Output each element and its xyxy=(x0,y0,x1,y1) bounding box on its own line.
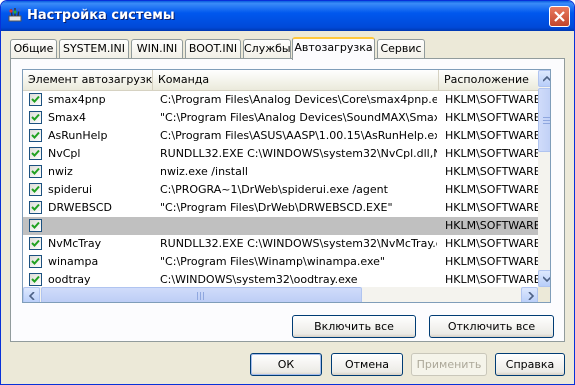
startup-item-location: HKLM\SOFTWARE\ xyxy=(445,129,538,142)
startup-rows: smax4pnp C:\Program Files\Analog Devices\… xyxy=(23,91,538,287)
horizontal-scroll-thumb[interactable] xyxy=(41,287,362,302)
column-header: Элемент автозагрузки Команда Расположени… xyxy=(23,70,550,91)
scroll-down-button[interactable] xyxy=(538,270,550,287)
column-location[interactable]: Расположение xyxy=(439,70,550,90)
startup-item-command: nwiz.exe /install xyxy=(160,165,248,178)
window-title: Настройка системы xyxy=(27,8,175,23)
disable-all-button[interactable]: Отключить все xyxy=(429,315,554,338)
scroll-left-button[interactable] xyxy=(23,287,40,302)
startup-item-location: HKLM\SOFTWARE\ xyxy=(445,147,538,160)
startup-item-command: "C:\Program Files\Analog Devices\SoundMA… xyxy=(160,111,437,124)
enable-checkbox[interactable] xyxy=(29,273,42,286)
startup-item-name: smax4pnp xyxy=(48,93,106,106)
enable-checkbox[interactable] xyxy=(29,183,42,196)
startup-item-location: HKLM\SOFTWARE\ xyxy=(445,219,538,232)
enable-checkbox[interactable] xyxy=(29,129,42,142)
enable-checkbox[interactable] xyxy=(29,255,42,268)
list-item[interactable]: smax4pnp C:\Program Files\Analog Devices\… xyxy=(23,91,538,109)
enable-checkbox[interactable] xyxy=(29,219,42,232)
startup-item-location: HKLM\SOFTWARE\ xyxy=(445,111,538,124)
tab-tools[interactable]: Сервис xyxy=(377,39,425,59)
horizontal-scrollbar[interactable] xyxy=(23,287,538,302)
startup-item-name: winampa xyxy=(48,255,99,268)
scroll-right-button[interactable] xyxy=(521,287,538,302)
tab-startup[interactable]: Автозагрузка xyxy=(292,37,375,60)
list-item[interactable]: NvCpl RUNDLL32.EXE C:\WINDOWS\system32\Nv… xyxy=(23,145,538,163)
startup-item-command xyxy=(160,217,437,235)
startup-item-name: AsRunHelp xyxy=(48,129,108,142)
title-bar[interactable]: Настройка системы xyxy=(1,1,574,31)
startup-item-command: C:\Program Files\Analog Devices\Core\sma… xyxy=(160,93,437,106)
startup-item-location: HKLM\SOFTWARE\ xyxy=(445,201,538,214)
list-item[interactable]: Smax4 "C:\Program Files\Analog Devices\So… xyxy=(23,109,538,127)
column-startup-item[interactable]: Элемент автозагрузки xyxy=(23,70,153,90)
list-item[interactable]: AsRunHelp C:\Program Files\ASUS\AASP\1.00… xyxy=(23,127,538,145)
startup-item-location: HKLM\SOFTWARE\ xyxy=(445,165,538,178)
startup-item-name: oodtray xyxy=(48,273,91,286)
enable-checkbox[interactable] xyxy=(29,165,42,178)
scroll-up-button[interactable] xyxy=(538,70,550,87)
list-item[interactable]: NvMcTray RUNDLL32.EXE C:\WINDOWS\system32… xyxy=(23,235,538,253)
startup-item-location: HKLM\SOFTWARE\ xyxy=(445,273,538,286)
close-button[interactable] xyxy=(549,6,570,27)
startup-item-command: RUNDLL32.EXE C:\WINDOWS\system32\NvCpl.d… xyxy=(160,147,437,160)
startup-item-name: NvMcTray xyxy=(48,237,102,250)
vertical-scrollbar[interactable] xyxy=(538,70,550,287)
list-item[interactable]: DRWEBSCD "C:\Program Files\DrWeb\DRWEBSCD… xyxy=(23,199,538,217)
startup-item-location: HKLM\SOFTWARE\ xyxy=(445,183,538,196)
tab-services[interactable]: Службы xyxy=(243,39,291,59)
enable-all-button[interactable]: Включить все xyxy=(292,315,416,338)
startup-item-command: "C:\Program Files\Winamp\winampa.exe" xyxy=(160,255,385,268)
startup-list: Элемент автозагрузки Команда Расположени… xyxy=(22,69,551,303)
enable-checkbox[interactable] xyxy=(29,111,42,124)
startup-item-name: spiderui xyxy=(48,183,93,196)
startup-item-location: HKLM\SOFTWARE\ xyxy=(445,237,538,250)
list-item[interactable]: oodtray C:\WINDOWS\system32\oodtray.exe HK… xyxy=(23,271,538,287)
startup-item-location: HKLM\SOFTWARE\ xyxy=(445,93,538,106)
startup-item-name: nwiz xyxy=(48,165,73,178)
startup-item-command: C:\WINDOWS\system32\oodtray.exe xyxy=(160,273,358,286)
startup-item-command: "C:\Program Files\DrWeb\DRWEBSCD.EXE" xyxy=(160,201,393,214)
startup-item-name xyxy=(48,217,151,235)
system-config-icon xyxy=(7,7,23,23)
column-command[interactable]: Команда xyxy=(153,70,439,90)
startup-item-command: C:\Program Files\ASUS\AASP\1.00.15\AsRun… xyxy=(160,129,437,142)
tab-win-ini[interactable]: WIN.INI xyxy=(131,39,183,59)
startup-item-name: NvCpl xyxy=(48,147,81,160)
startup-item-location: HKLM\SOFTWARE\ xyxy=(445,255,538,268)
cancel-button[interactable]: Отмена xyxy=(331,353,403,376)
startup-panel: Элемент автозагрузки Команда Расположени… xyxy=(10,58,565,342)
tab-general[interactable]: Общие xyxy=(10,39,57,59)
enable-checkbox[interactable] xyxy=(29,93,42,106)
enable-checkbox[interactable] xyxy=(29,147,42,160)
startup-item-command: RUNDLL32.EXE C:\WINDOWS\system32\NvMcTra… xyxy=(160,237,437,250)
scroll-corner xyxy=(538,287,550,302)
startup-item-command: C:\PROGRA~1\DrWeb\spiderui.exe /agent xyxy=(160,183,388,196)
tab-system-ini[interactable]: SYSTEM.INI xyxy=(59,39,129,59)
ok-button[interactable]: ОК xyxy=(250,353,322,376)
help-button[interactable]: Справка xyxy=(495,353,565,376)
apply-button[interactable]: Применить xyxy=(411,353,487,376)
system-config-window: Настройка системы Общие SYSTEM.INI WIN.I… xyxy=(0,0,575,385)
enable-checkbox[interactable] xyxy=(29,201,42,214)
startup-item-name: Smax4 xyxy=(48,111,86,124)
list-item[interactable]: winampa "C:\Program Files\Winamp\winampa.… xyxy=(23,253,538,271)
list-item[interactable]: HKLM\SOFTWARE\ xyxy=(23,217,538,235)
enable-checkbox[interactable] xyxy=(29,237,42,250)
vertical-scroll-thumb[interactable] xyxy=(538,88,550,152)
list-item[interactable]: spiderui C:\PROGRA~1\DrWeb\spiderui.exe /… xyxy=(23,181,538,199)
tab-boot-ini[interactable]: BOOT.INI xyxy=(185,39,241,59)
startup-item-name: DRWEBSCD xyxy=(48,201,112,214)
list-item[interactable]: nwiz nwiz.exe /install HKLM\SOFTWARE\ xyxy=(23,163,538,181)
